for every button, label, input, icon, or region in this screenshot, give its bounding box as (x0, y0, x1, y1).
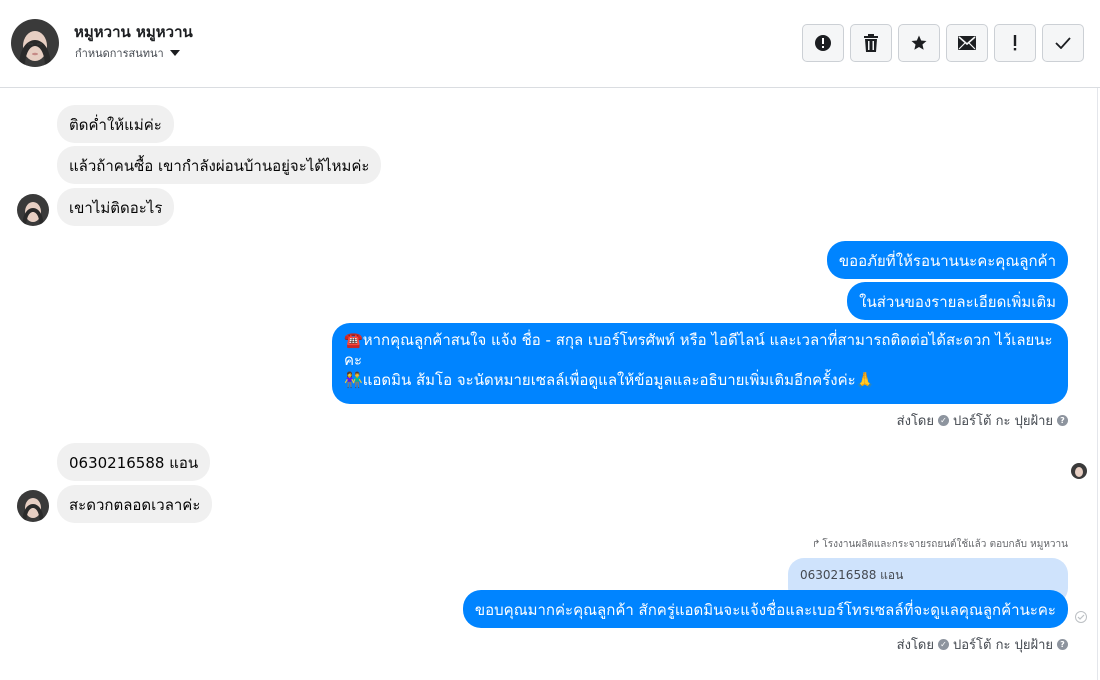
scrollbar[interactable] (1097, 88, 1098, 680)
incoming-message[interactable]: ติดค่ำให้แม่ค่ะ (57, 105, 174, 143)
conversation-settings-label: กำหนดการสนทนา (75, 47, 164, 60)
sent-by-name[interactable]: ปอร์โต้ กะ ปุยฝ้าย (953, 410, 1053, 431)
delete-button[interactable] (850, 24, 892, 62)
couple-emoji-icon: 👫 (344, 371, 363, 389)
outgoing-message[interactable]: ขออภัยที่ให้รอนานนะคะคุณลูกค้า (826, 241, 1068, 279)
caret-down-icon (169, 50, 180, 56)
incoming-message[interactable]: สะดวกตลอดเวลาค่ะ (57, 485, 213, 523)
outgoing-message[interactable]: ในส่วนของรายละเอียดเพิ่มเติม (847, 282, 1068, 320)
check-icon (1055, 37, 1071, 49)
incoming-message[interactable]: แล้วถ้าคนซื้อ เขากำลังผ่อนบ้านอยู่จะได้ไ… (57, 146, 382, 184)
reply-note: ↱ โรงงานผลิตและกระจายรถยนต์ใช้แล้ว ตอบกล… (812, 537, 1068, 552)
sender-avatar[interactable] (17, 194, 49, 226)
verified-icon: ✓ (938, 639, 949, 650)
sent-by-name[interactable]: ปอร์โต้ กะ ปุยฝ้าย (953, 634, 1053, 655)
message-text: หากคุณลูกค้าสนใจ แจ้ง ชื่อ - สกุล เบอร์โ… (344, 331, 1053, 369)
incoming-message[interactable]: 0630216588 แอน (57, 443, 211, 481)
verified-icon: ✓ (938, 415, 949, 426)
telephone-emoji-icon: ☎️ (344, 331, 363, 349)
sent-by-info: ส่งโดย ✓ ปอร์โต้ กะ ปุยฝ้าย ? (897, 410, 1068, 431)
spam-button[interactable] (994, 24, 1036, 62)
sent-by-info: ส่งโดย ✓ ปอร์โต้ กะ ปุยฝ้าย ? (897, 634, 1068, 655)
outgoing-message[interactable]: ขอบคุณมากค่ะคุณลูกค้า สักครู่แอดมินจะแจ้… (462, 590, 1068, 628)
reply-arrow-icon: ↱ (812, 539, 821, 550)
incoming-message[interactable]: เขาไม่ติดอะไร (57, 188, 175, 226)
read-receipt-avatar (1071, 463, 1087, 479)
help-icon[interactable]: ? (1057, 415, 1068, 426)
help-icon[interactable]: ? (1057, 639, 1068, 650)
report-button[interactable] (802, 24, 844, 62)
outgoing-message[interactable]: ☎️หากคุณลูกค้าสนใจ แจ้ง ชื่อ - สกุล เบอร… (332, 323, 1068, 404)
sent-status-icon (1075, 611, 1087, 623)
mail-icon (958, 36, 976, 50)
reply-note-text: โรงงานผลิตและกระจายรถยนต์ใช้แล้ว ตอบกลับ… (822, 539, 1068, 550)
message-line: ☎️หากคุณลูกค้าสนใจ แจ้ง ชื่อ - สกุล เบอร… (344, 330, 1056, 370)
pray-emoji-icon: 🙏 (855, 371, 875, 389)
contact-name: หมูหวาน หมูหวาน (74, 23, 193, 41)
star-button[interactable] (898, 24, 940, 62)
mark-done-button[interactable] (1042, 24, 1084, 62)
conversation-header: หมูหวาน หมูหวาน กำหนดการสนทนา (0, 0, 1100, 88)
sent-by-label: ส่งโดย (896, 638, 934, 653)
sender-avatar[interactable] (17, 490, 49, 522)
exclamation-icon (1013, 35, 1017, 51)
star-icon (911, 35, 927, 50)
mark-unread-button[interactable] (946, 24, 988, 62)
contact-avatar[interactable] (11, 19, 59, 67)
trash-icon (864, 34, 878, 52)
sent-by-label: ส่งโดย (896, 414, 934, 429)
message-line: 👫แอดมิน ส้มโอ จะนัดหมายเซลล์เพื่อดูแลให้… (344, 370, 1056, 390)
message-text: แอดมิน ส้มโอ จะนัดหมายเซลล์เพื่อดูแลให้ข… (362, 371, 856, 389)
header-toolbar (802, 24, 1084, 62)
message-thread[interactable]: ติดค่ำให้แม่ค่ะ แล้วถ้าคนซื้อ เขากำลังผ่… (0, 88, 1100, 680)
conversation-settings[interactable]: กำหนดการสนทนา (75, 44, 180, 62)
alert-circle-icon (815, 35, 831, 51)
